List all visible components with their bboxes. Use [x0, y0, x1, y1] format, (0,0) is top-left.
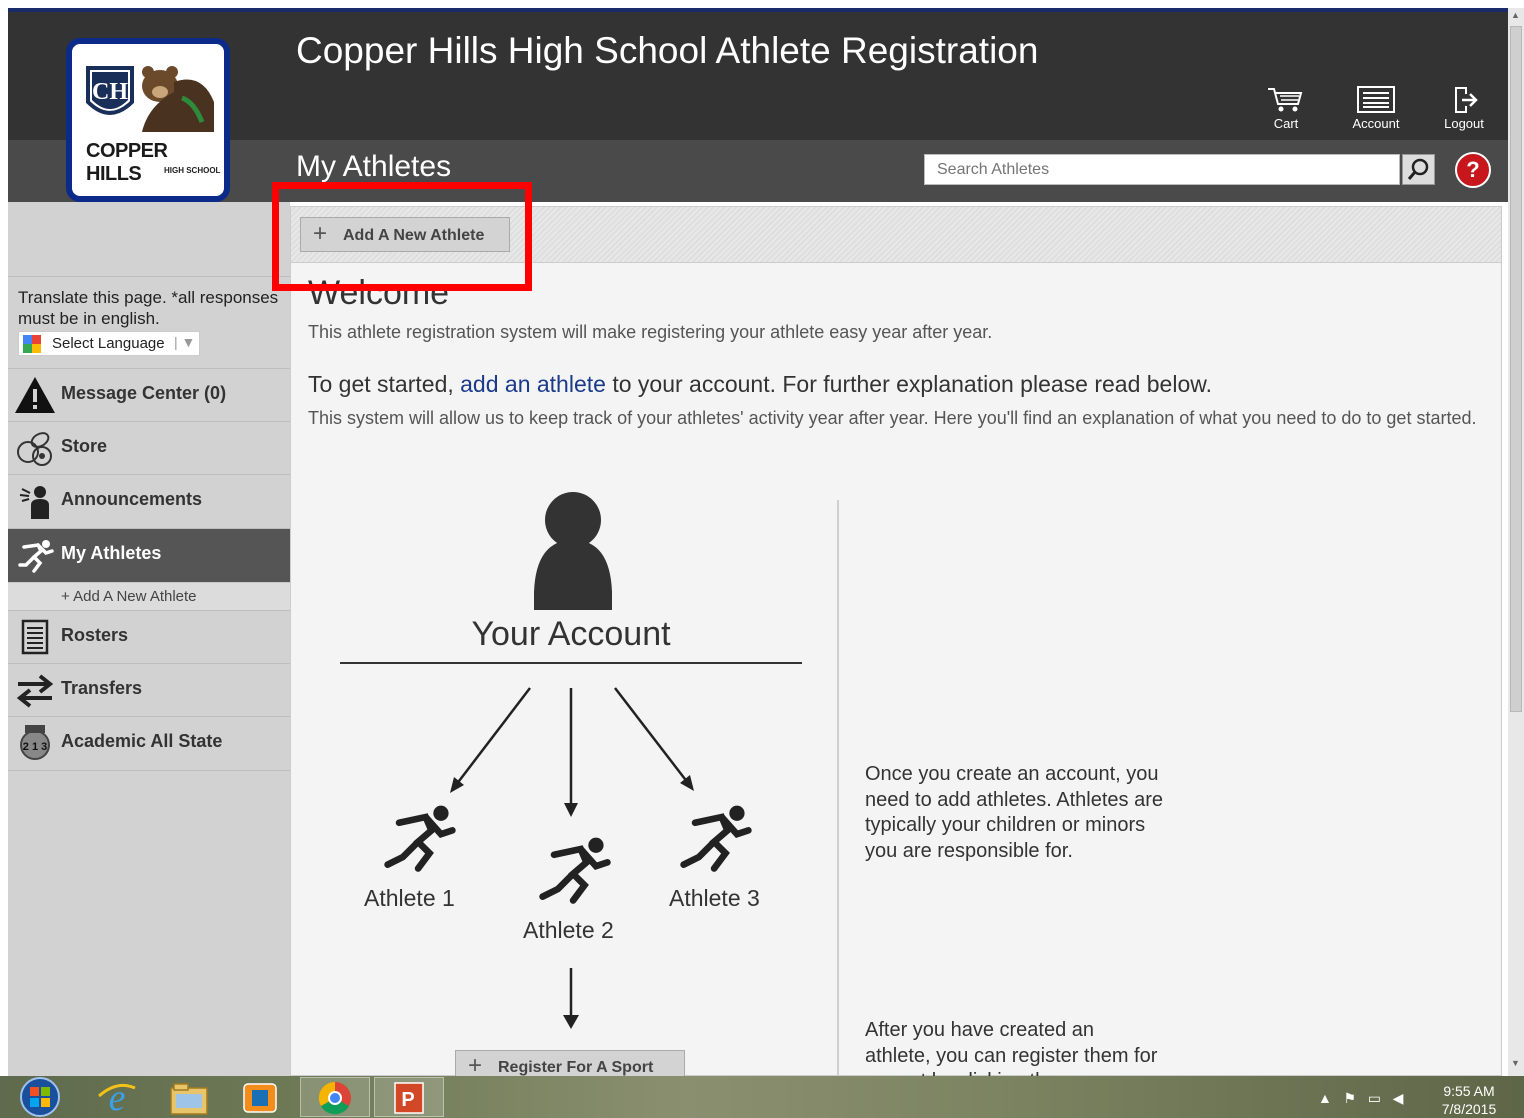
svg-text:CH: CH	[92, 79, 128, 105]
sidebar-item-label: Announcements	[61, 489, 203, 509]
sidebar-subitem-add-athlete[interactable]: + Add A New Athlete	[8, 582, 290, 610]
get-started-pre: To get started,	[308, 371, 461, 397]
logout-label: Logout	[1444, 116, 1484, 131]
help-button[interactable]: ?	[1455, 152, 1491, 188]
scroll-up-icon[interactable]: ▲	[1511, 10, 1520, 20]
chevron-down-icon: | ▼	[174, 334, 196, 350]
athlete-2-label: Athlete 2	[523, 917, 614, 943]
windows-taskbar	[0, 1076, 1524, 1118]
sidebar-item-transfers[interactable]: Transfers	[8, 663, 290, 715]
clock-time: 9:55 AM	[1443, 1083, 1495, 1099]
show-hidden-icons[interactable]: ▲	[1318, 1090, 1332, 1106]
language-select-label: Select Language	[52, 335, 165, 352]
add-athlete-link[interactable]: add an athlete	[460, 371, 606, 397]
sidebar-item-my-athletes[interactable]: My Athletes	[8, 528, 290, 582]
action-center-flag-icon[interactable]: ⚑	[1344, 1090, 1357, 1106]
sidebar-item-rosters[interactable]: Rosters	[8, 610, 290, 662]
account-underline	[340, 662, 802, 664]
taskbar-clock[interactable]: 9:55 AM 7/8/2015	[1432, 1082, 1506, 1118]
account-label: Account	[1352, 116, 1400, 131]
chrome-icon	[318, 1081, 351, 1115]
media-player-icon[interactable]	[240, 1080, 280, 1116]
internet-explorer-icon[interactable]: e	[95, 1078, 139, 1116]
account-button[interactable]: Account	[1341, 86, 1411, 131]
volume-icon[interactable]: ◀	[1393, 1090, 1404, 1106]
sidebar-item-label: Academic All State	[61, 731, 223, 751]
logo-school-name: COPPER HILLS	[86, 140, 168, 185]
athlete-1-label: Athlete 1	[364, 885, 455, 911]
transfer-arrows-icon	[16, 674, 54, 708]
sidebar-item-label: My Athletes	[61, 543, 162, 563]
athlete-3-runner-icon	[680, 805, 752, 872]
powerpoint-icon: P	[394, 1082, 424, 1114]
sidebar-item-label: Rosters	[61, 625, 129, 645]
svg-text:e: e	[109, 1078, 126, 1116]
sidebar-item-academic-all-state[interactable]: 2 1 3 Academic All State	[8, 716, 290, 771]
sidebar-divider	[8, 276, 290, 277]
clock-date: 7/8/2015	[1441, 1101, 1497, 1117]
roster-icon	[21, 619, 49, 655]
sidebar-item-store[interactable]: Store	[8, 421, 290, 473]
warning-icon	[15, 377, 55, 413]
register-explanation: After you have created an athlete, you c…	[865, 1019, 1158, 1076]
app-title: Copper Hills High School Athlete Registr…	[296, 30, 1039, 71]
athlete-3-label: Athlete 3	[669, 885, 760, 911]
sidebar-item-label: Message Center (0)	[61, 383, 227, 403]
google-translate-icon	[23, 335, 41, 353]
start-button-icon[interactable]	[18, 1077, 62, 1117]
highlight-annotation	[272, 182, 532, 291]
search-athletes-input[interactable]	[924, 154, 1400, 185]
top-edge	[0, 0, 1524, 8]
logo-subtitle: HIGH SCHOOL	[164, 166, 221, 175]
announcer-icon	[19, 486, 49, 519]
logout-icon	[1455, 87, 1478, 113]
svg-text:2 1 3: 2 1 3	[23, 741, 47, 753]
account-icon	[1357, 86, 1395, 113]
sidebar-item-message-center[interactable]: Message Center (0)	[8, 368, 290, 420]
sidebar-item-label: Transfers	[61, 678, 143, 698]
language-select[interactable]: Select Language | ▼	[18, 331, 200, 356]
account-person-icon	[534, 492, 612, 610]
svg-text:P: P	[401, 1089, 414, 1111]
sidebar-item-label: Store	[61, 436, 108, 456]
translate-text: Translate this page. *all responses must…	[18, 288, 279, 328]
content-divider	[837, 500, 839, 1076]
search-icon	[1407, 158, 1429, 180]
scrollbar-thumb[interactable]	[1510, 26, 1522, 712]
system-tray[interactable]: ▲ ⚑ ▭ ◀	[1318, 1090, 1403, 1107]
athlete-2-runner-icon	[539, 837, 611, 904]
cart-label: Cart	[1273, 116, 1299, 131]
network-icon[interactable]: ▭	[1368, 1090, 1381, 1106]
cart-button[interactable]: Cart	[1251, 86, 1321, 131]
add-athletes-explanation: Once you create an account, you need to …	[865, 763, 1163, 862]
taskbar-powerpoint-button[interactable]: P	[374, 1077, 444, 1117]
athlete-1-runner-icon	[384, 805, 456, 872]
explanation-text: This system will allow us to keep track …	[308, 408, 1477, 428]
get-started-post: to your account. For further explanation…	[605, 371, 1212, 397]
logout-button[interactable]: Logout	[1429, 86, 1499, 131]
cart-icon	[1268, 88, 1303, 112]
page-title: My Athletes	[296, 150, 452, 183]
taskbar-chrome-button[interactable]	[300, 1077, 370, 1117]
runner-icon	[18, 540, 54, 573]
register-for-sport-label: Register For A Sport	[498, 1059, 654, 1076]
get-started-text: To get started, add an athlete to your a…	[308, 371, 1212, 398]
scroll-down-icon[interactable]: ▼	[1511, 1058, 1520, 1068]
search-button[interactable]	[1402, 154, 1435, 185]
sidebar-item-announcements[interactable]: Announcements	[8, 474, 290, 526]
bear-mascot-icon: CH	[86, 66, 214, 132]
intro-text: This athlete registration system will ma…	[308, 322, 993, 342]
school-logo[interactable]: CH COPPER HILLS HIGH SCHOOL	[66, 38, 230, 202]
your-account-label: Your Account	[471, 615, 671, 653]
sidebar-subitem-label: + Add A New Athlete	[61, 588, 197, 605]
medal-icon: 2 1 3	[20, 725, 50, 760]
file-explorer-icon[interactable]	[168, 1080, 210, 1116]
sports-balls-icon	[17, 432, 52, 466]
